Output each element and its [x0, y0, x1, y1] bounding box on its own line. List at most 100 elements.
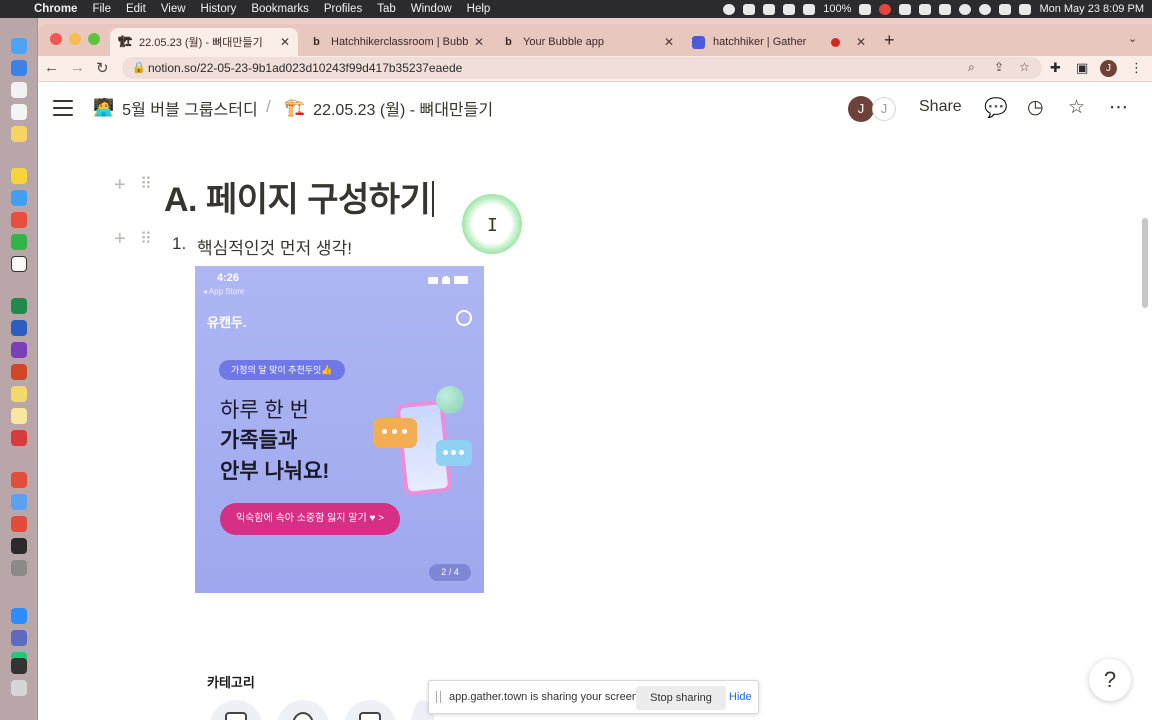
page-heading[interactable]: A. 페이지 구성하기	[164, 172, 434, 221]
menu-edit[interactable]: Edit	[126, 3, 146, 15]
share-button[interactable]: Share	[919, 98, 962, 116]
trash-icon[interactable]	[11, 680, 27, 696]
control-center-icon[interactable]	[1019, 3, 1032, 15]
gather-icon[interactable]	[11, 630, 27, 646]
volume-icon[interactable]	[899, 3, 912, 15]
favorite-star-icon[interactable]: ☆	[1068, 96, 1085, 119]
forward-icon[interactable]: →	[70, 59, 85, 76]
new-tab-icon[interactable]: +	[884, 30, 895, 51]
drag-handle-icon[interactable]: ⠿	[140, 229, 152, 249]
compass-icon[interactable]	[11, 516, 27, 532]
finder-icon[interactable]	[11, 38, 27, 54]
input-source-icon[interactable]	[999, 3, 1012, 15]
notes-icon[interactable]	[11, 386, 27, 402]
word-icon[interactable]	[11, 320, 27, 336]
menu-history[interactable]: History	[201, 3, 237, 15]
add-block-icon[interactable]: +	[114, 174, 126, 197]
user-icon[interactable]	[959, 3, 972, 15]
close-window-button[interactable]	[50, 33, 62, 45]
zoom-window-button[interactable]	[88, 33, 100, 45]
chrome-icon[interactable]	[11, 212, 27, 228]
wifi-icon[interactable]	[939, 3, 952, 15]
line-icon[interactable]	[11, 234, 27, 250]
calendar-icon[interactable]	[11, 82, 27, 98]
stop-sharing-button[interactable]: Stop sharing	[636, 686, 726, 710]
record-status-icon[interactable]	[723, 3, 736, 15]
url-text[interactable]: notion.so/22-05-23-9b1ad023d10243f99d417…	[148, 61, 462, 75]
photo-booth-icon[interactable]	[11, 430, 27, 446]
pen-app-icon[interactable]	[11, 538, 27, 554]
embedded-app-screenshot[interactable]: 4:26 ◂ App Store 유캔두. 가정의 달 맞이 추천두잇👍 하루 …	[195, 266, 484, 593]
safari-icon[interactable]	[11, 190, 27, 206]
drive-icon[interactable]	[763, 3, 776, 15]
bookmark-star-icon[interactable]: ☆	[1019, 60, 1030, 74]
stickies-icon[interactable]	[11, 408, 27, 424]
system-preferences-icon[interactable]	[11, 560, 27, 576]
screen-icon[interactable]	[743, 3, 756, 15]
menu-view[interactable]: View	[161, 3, 186, 15]
help-button[interactable]: ?	[1089, 659, 1131, 701]
minimize-window-button[interactable]	[69, 33, 81, 45]
drag-grip-icon[interactable]	[436, 691, 441, 703]
menu-file[interactable]: File	[92, 3, 111, 15]
close-icon[interactable]: ✕	[474, 35, 484, 49]
scrollbar-thumb[interactable]	[1142, 218, 1148, 308]
drag-handle-icon[interactable]: ⠿	[140, 174, 152, 194]
pen-icon[interactable]	[783, 3, 796, 15]
chevron-down-icon[interactable]: ⌄	[1128, 32, 1137, 45]
side-panel-icon[interactable]: ▣	[1076, 60, 1088, 76]
notification-icon[interactable]	[879, 3, 892, 15]
more-vertical-icon[interactable]: ⋮	[1130, 60, 1143, 76]
text-icon[interactable]	[803, 3, 816, 15]
sidebar-toggle-icon[interactable]	[53, 100, 73, 116]
extensions-icon[interactable]: ✚	[1050, 60, 1061, 76]
notion-icon[interactable]	[11, 256, 27, 272]
avatar[interactable]: J	[848, 96, 874, 122]
comments-icon[interactable]: 💬	[984, 96, 1008, 120]
mail-icon[interactable]	[11, 60, 27, 76]
menu-clock[interactable]: Mon May 23 8:09 PM	[1039, 3, 1144, 15]
back-icon[interactable]: ←	[44, 59, 59, 76]
excel-icon[interactable]	[11, 298, 27, 314]
zoom-lens-icon[interactable]: ⌕	[968, 60, 975, 75]
menu-window[interactable]: Window	[411, 3, 452, 15]
powerpoint-icon[interactable]	[11, 364, 27, 380]
reminders-icon[interactable]	[11, 104, 27, 120]
bluetooth-icon[interactable]	[919, 3, 932, 15]
tab-notion[interactable]: 🏗 22.05.23 (월) - 뼈대만들기 ✕	[110, 28, 298, 56]
launchpad-icon[interactable]	[11, 472, 27, 488]
menu-app-name[interactable]: Chrome	[34, 3, 77, 15]
menu-help[interactable]: Help	[467, 3, 491, 15]
terminal-icon[interactable]	[11, 658, 27, 674]
headline-line-2: 가족들과	[220, 429, 298, 452]
more-horizontal-icon[interactable]: ⋯	[1109, 96, 1128, 119]
avatar[interactable]: J	[872, 97, 896, 121]
close-icon[interactable]: ✕	[664, 35, 674, 49]
close-icon[interactable]: ✕	[280, 35, 290, 49]
link-icon[interactable]	[859, 3, 872, 15]
kakaotalk-icon[interactable]	[11, 168, 27, 184]
zoom-icon[interactable]	[11, 608, 27, 624]
profile-avatar[interactable]: J	[1100, 60, 1117, 77]
photos-icon[interactable]	[11, 126, 27, 142]
menu-profiles[interactable]: Profiles	[324, 3, 362, 15]
list-item-text[interactable]: 핵심적인것 먼저 생각!	[197, 234, 352, 259]
menu-bookmarks[interactable]: Bookmarks	[251, 3, 309, 15]
tab-gather[interactable]: hatchhiker | Gather ✕	[684, 28, 874, 56]
breadcrumb-current[interactable]: 🏗️ 22.05.23 (월) - 뼈대만들기	[284, 96, 493, 120]
updates-clock-icon[interactable]: ◷	[1027, 96, 1044, 119]
menu-tab[interactable]: Tab	[377, 3, 396, 15]
address-bar[interactable]: 🔒 notion.so/22-05-23-9b1ad023d10243f99d4…	[122, 57, 1042, 79]
tab-bubble-app[interactable]: b Your Bubble app ✕	[494, 28, 682, 56]
close-icon[interactable]: ✕	[856, 35, 866, 49]
tab-bubble-classroom[interactable]: b Hatchhikerclassroom | Bubble ✕	[302, 28, 492, 56]
app-store-icon[interactable]	[11, 494, 27, 510]
lock-icon[interactable]: 🔒	[132, 61, 146, 74]
breadcrumb-parent[interactable]: 🧑‍💻 5월 버블 그룹스터디	[93, 96, 258, 120]
reload-icon[interactable]: ↻	[96, 59, 109, 77]
hide-button[interactable]: Hide	[729, 691, 752, 703]
onenote-icon[interactable]	[11, 342, 27, 358]
spotlight-icon[interactable]	[979, 3, 992, 15]
add-block-icon[interactable]: +	[114, 228, 126, 251]
share-page-icon[interactable]: ⇪	[994, 60, 1004, 74]
